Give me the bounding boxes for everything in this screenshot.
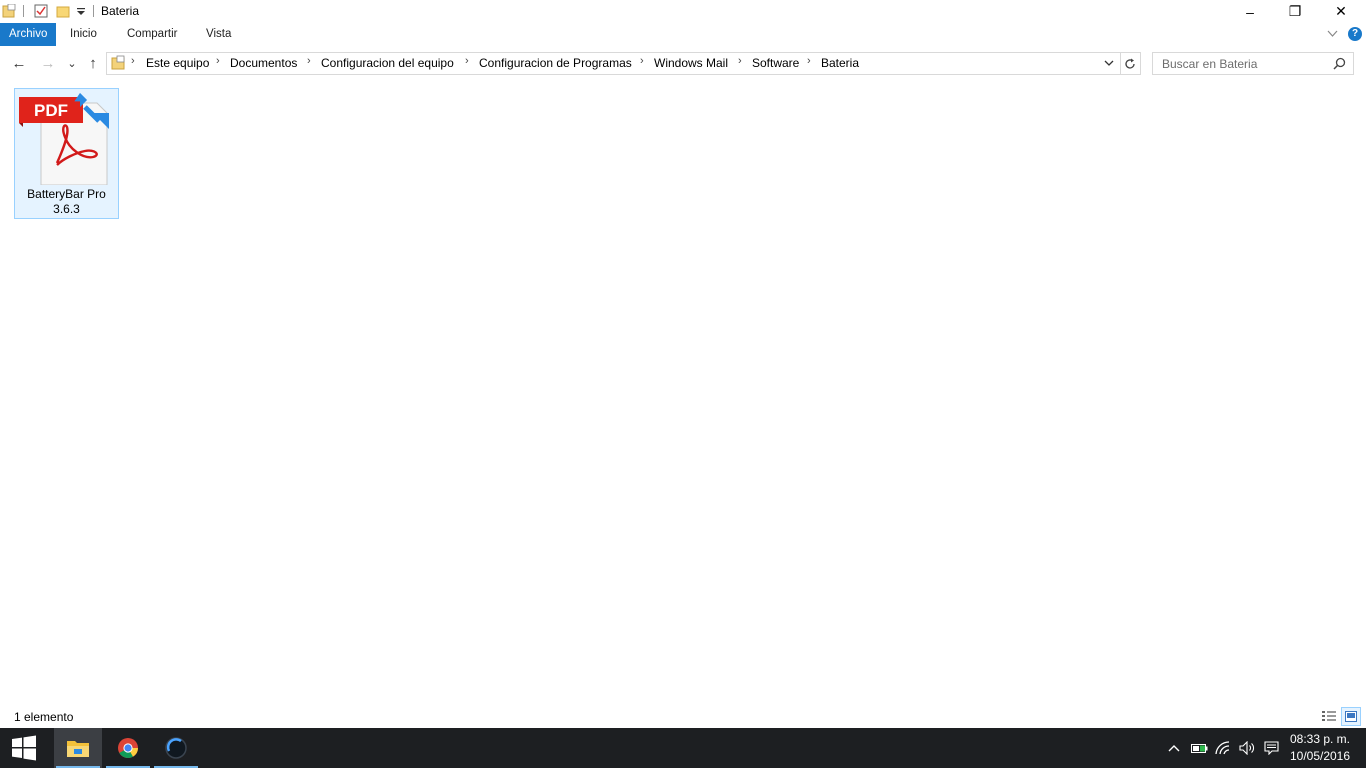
speaker-icon	[1238, 741, 1254, 755]
help-icon[interactable]: ?	[1348, 27, 1362, 41]
breadcrumb-este-equipo[interactable]: Este equipo	[146, 56, 209, 70]
breadcrumb-software[interactable]: Software	[752, 56, 799, 70]
clock-time: 08:33 p. m.	[1289, 732, 1351, 746]
taskbar-chrome[interactable]	[104, 728, 152, 768]
breadcrumb-separator: ›	[807, 55, 811, 67]
volume-tray-button[interactable]	[1236, 728, 1258, 768]
large-icons-view-icon	[1345, 711, 1357, 722]
file-item[interactable]: PDF BatteryBar Pro 3.6.3	[14, 88, 119, 219]
breadcrumb-separator: ›	[640, 55, 644, 67]
minimize-button[interactable]: –	[1227, 0, 1273, 23]
divider	[93, 5, 94, 17]
chevron-up-icon	[1168, 745, 1180, 752]
breadcrumb-windows-mail[interactable]: Windows Mail	[654, 56, 728, 70]
tab-inicio[interactable]: Inicio	[61, 23, 106, 46]
forward-button[interactable]: →	[39, 54, 57, 72]
search-box[interactable]	[1152, 52, 1354, 75]
tab-compartir[interactable]: Compartir	[118, 23, 186, 46]
restore-button[interactable]: ❐	[1272, 0, 1318, 23]
battery-tray-button[interactable]	[1188, 728, 1210, 768]
minimize-icon: –	[1246, 3, 1254, 20]
taskbar-file-explorer[interactable]	[54, 728, 102, 768]
window-title: Bateria	[101, 4, 140, 18]
show-hidden-icons-button[interactable]	[1164, 728, 1184, 768]
notification-icon	[1263, 741, 1279, 755]
refresh-button[interactable]	[1120, 52, 1141, 75]
breadcrumb-documentos[interactable]: Documentos	[230, 56, 297, 70]
status-item-count: 1 elemento	[14, 710, 74, 724]
divider	[23, 5, 24, 17]
action-center-button[interactable]	[1260, 728, 1282, 768]
battery-icon	[1190, 743, 1207, 753]
large-icons-view-button[interactable]	[1341, 707, 1361, 726]
taskbar-app[interactable]	[152, 728, 200, 768]
network-tray-button[interactable]	[1212, 728, 1234, 768]
arrow-right-icon: →	[40, 54, 56, 72]
expand-ribbon-icon[interactable]	[1327, 30, 1338, 38]
tab-vista[interactable]: Vista	[197, 23, 240, 46]
windows-logo-icon	[12, 735, 36, 761]
clock-date: 10/05/2016	[1289, 749, 1351, 763]
arrow-up-icon: ↑	[89, 54, 97, 72]
title-bar: Bateria – ❐ ✕	[0, 0, 1366, 23]
breadcrumb-configuracion-del-equipo[interactable]: Configuracion del equipo	[321, 56, 454, 70]
arrow-left-icon: ←	[11, 54, 27, 72]
back-button[interactable]: ←	[10, 54, 28, 72]
close-icon: ✕	[1335, 3, 1347, 19]
start-button[interactable]	[0, 728, 48, 768]
taskbar-clock[interactable]: 08:33 p. m. 10/05/2016	[1284, 731, 1356, 765]
breadcrumb-separator: ›	[131, 55, 135, 67]
details-view-icon[interactable]	[1321, 710, 1337, 723]
up-button[interactable]: ↑	[84, 54, 102, 72]
restore-icon: ❐	[1288, 3, 1302, 19]
recent-locations-button[interactable]: ⌄	[63, 54, 81, 72]
pdf-badge-text: PDF	[34, 101, 68, 120]
new-folder-icon[interactable]	[56, 4, 70, 18]
search-icon[interactable]	[1333, 57, 1346, 70]
breadcrumb-separator: ›	[307, 55, 311, 67]
file-explorer-icon	[67, 741, 89, 757]
close-button[interactable]: ✕	[1318, 0, 1364, 23]
address-dropdown-icon[interactable]	[1104, 60, 1114, 67]
wifi-icon	[1215, 741, 1230, 755]
app-icon	[165, 737, 187, 759]
pdf-shortcut-icon: PDF	[19, 93, 109, 185]
breadcrumb-separator: ›	[465, 55, 469, 67]
tab-archivo[interactable]: Archivo	[0, 23, 57, 46]
properties-checkbox-icon[interactable]	[34, 4, 48, 18]
breadcrumb-bateria[interactable]: Bateria	[821, 56, 859, 70]
breadcrumb-configuracion-de-programas[interactable]: Configuracion de Programas	[479, 56, 632, 70]
file-name: BatteryBar Pro 3.6.3	[27, 187, 106, 216]
address-bar[interactable]: › Este equipo › Documentos › Configuraci…	[106, 52, 1121, 75]
breadcrumb-separator: ›	[738, 55, 742, 67]
refresh-icon	[1125, 58, 1135, 69]
breadcrumb-separator: ›	[216, 55, 220, 67]
chevron-down-icon: ⌄	[67, 57, 77, 70]
search-input[interactable]	[1160, 56, 1329, 72]
customize-toolbar-icon[interactable]	[77, 8, 85, 16]
folder-icon	[111, 55, 125, 70]
taskbar: 08:33 p. m. 10/05/2016	[0, 728, 1366, 768]
folder-properties-icon[interactable]	[2, 4, 16, 18]
chrome-icon	[118, 738, 138, 758]
